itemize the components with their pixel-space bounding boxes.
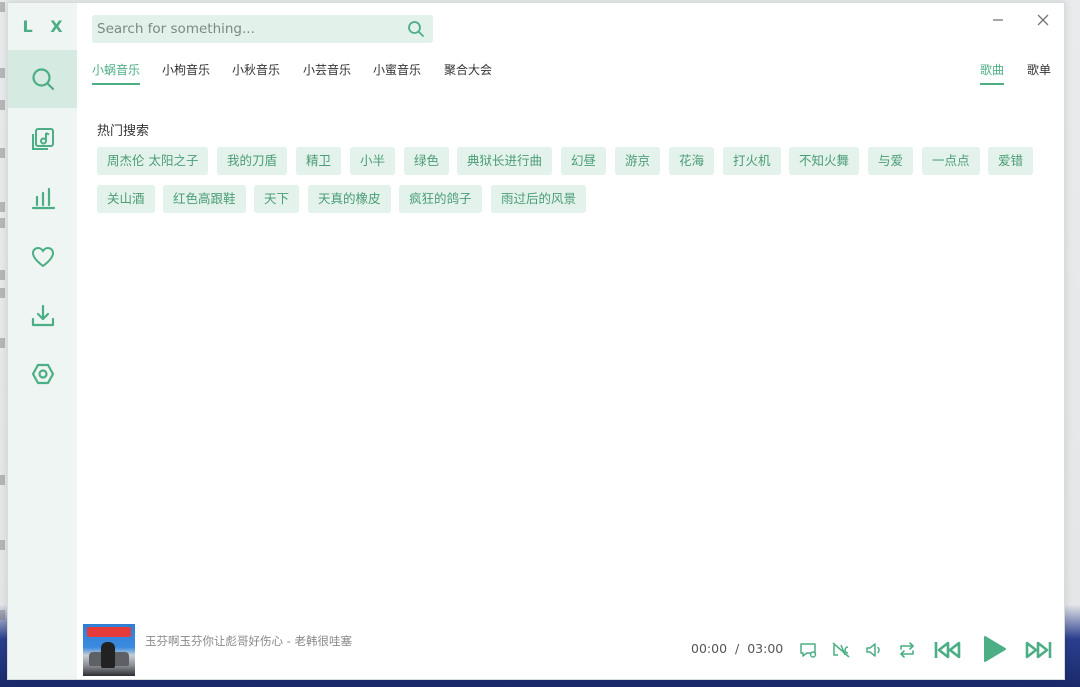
hot-tag[interactable]: 绿色 [404, 147, 450, 175]
minimize-icon [993, 19, 1003, 21]
hot-tag[interactable]: 游京 [615, 147, 661, 175]
hot-tag[interactable]: 周杰伦 太阳之子 [97, 147, 209, 175]
nav-favorites[interactable] [8, 228, 77, 286]
nav-download[interactable] [8, 287, 77, 345]
player-bar: 玉芬啊玉芬你让彪哥好伤心 - 老韩很哇塞 00:00 / 03:00 [77, 613, 1064, 679]
settings-icon [31, 363, 54, 385]
nav-leaderboard[interactable] [8, 169, 77, 227]
hot-tag[interactable]: 关山酒 [97, 185, 155, 213]
time-display: 00:00 / 03:00 [691, 641, 783, 656]
skip-previous-icon [934, 641, 961, 659]
music-list-icon [31, 128, 54, 150]
lyrics-off-icon [832, 642, 850, 658]
cover-person [101, 642, 115, 668]
cover-banner [87, 627, 131, 637]
play-icon [984, 636, 1006, 662]
search-icon [31, 68, 54, 91]
nav-settings[interactable] [8, 345, 77, 403]
hot-tag[interactable]: 与爱 [868, 147, 914, 175]
play-button[interactable] [979, 633, 1009, 665]
hot-tag[interactable]: 典狱长进行曲 [457, 147, 553, 175]
hot-tag[interactable]: 花海 [669, 147, 715, 175]
sidebar: L X [8, 3, 77, 679]
tab-source-5[interactable]: 聚合大会 [444, 61, 492, 83]
album-cover[interactable] [83, 624, 135, 676]
comment-button[interactable] [797, 639, 819, 661]
close-icon [1037, 14, 1049, 26]
volume-button[interactable] [863, 639, 885, 661]
bar-chart-icon [31, 187, 55, 210]
time-separator: / [735, 641, 740, 656]
hot-tag[interactable]: 幻昼 [561, 147, 607, 175]
hot-tag[interactable]: 一点点 [922, 147, 980, 175]
hot-tag[interactable]: 疯狂的鸽子 [399, 185, 482, 213]
hot-search-title: 热门搜索 [97, 124, 150, 139]
search-input[interactable] [97, 21, 397, 37]
hot-tag[interactable]: 精卫 [296, 147, 342, 175]
close-button[interactable] [1032, 9, 1054, 31]
app-logo: L X [22, 17, 69, 36]
download-icon [31, 304, 54, 327]
previous-button[interactable] [933, 635, 963, 665]
minimize-button[interactable] [987, 9, 1009, 31]
tab-source-3[interactable]: 小芸音乐 [303, 61, 351, 83]
tab-playlists[interactable]: 歌单 [1027, 61, 1051, 83]
comment-icon [800, 643, 817, 658]
hot-tag[interactable]: 天下 [254, 185, 300, 213]
hot-tag[interactable]: 爱错 [988, 147, 1034, 175]
tab-source-2[interactable]: 小秋音乐 [232, 61, 280, 83]
hot-tag[interactable]: 不知火舞 [789, 147, 860, 175]
hot-tag[interactable]: 打火机 [723, 147, 781, 175]
tab-source-1[interactable]: 小枸音乐 [162, 61, 210, 83]
next-button[interactable] [1023, 635, 1053, 665]
tab-source-4[interactable]: 小蜜音乐 [373, 61, 421, 83]
heart-icon [31, 246, 54, 268]
volume-icon [866, 643, 880, 657]
hot-tag[interactable]: 小半 [350, 147, 396, 175]
skip-next-icon [1025, 641, 1052, 659]
desktop-icons-edge [0, 0, 7, 687]
repeat-icon [900, 642, 914, 658]
lyrics-toggle-button[interactable] [830, 639, 852, 661]
song-title[interactable]: 玉芬啊玉芬你让彪哥好伤心 - 老韩很哇塞 [145, 633, 352, 649]
tab-songs[interactable]: 歌曲 [980, 61, 1005, 85]
repeat-mode-button[interactable] [896, 639, 918, 661]
nav-search[interactable] [8, 50, 77, 108]
hot-tag[interactable]: 天真的橡皮 [308, 185, 391, 213]
hot-tag[interactable]: 红色高跟鞋 [163, 185, 246, 213]
search-box [92, 15, 433, 43]
search-icon[interactable] [407, 20, 425, 38]
tab-source-0[interactable]: 小蜗音乐 [92, 61, 141, 85]
hot-tag[interactable]: 我的刀盾 [217, 147, 288, 175]
hot-tag[interactable]: 雨过后的风景 [491, 185, 587, 213]
current-time: 00:00 [691, 641, 728, 656]
duration: 03:00 [747, 641, 784, 656]
nav-song-list[interactable] [8, 110, 77, 168]
app-window: L X 小蜗音乐 小枸音乐 小秋音乐 小芸音乐 [7, 2, 1065, 680]
